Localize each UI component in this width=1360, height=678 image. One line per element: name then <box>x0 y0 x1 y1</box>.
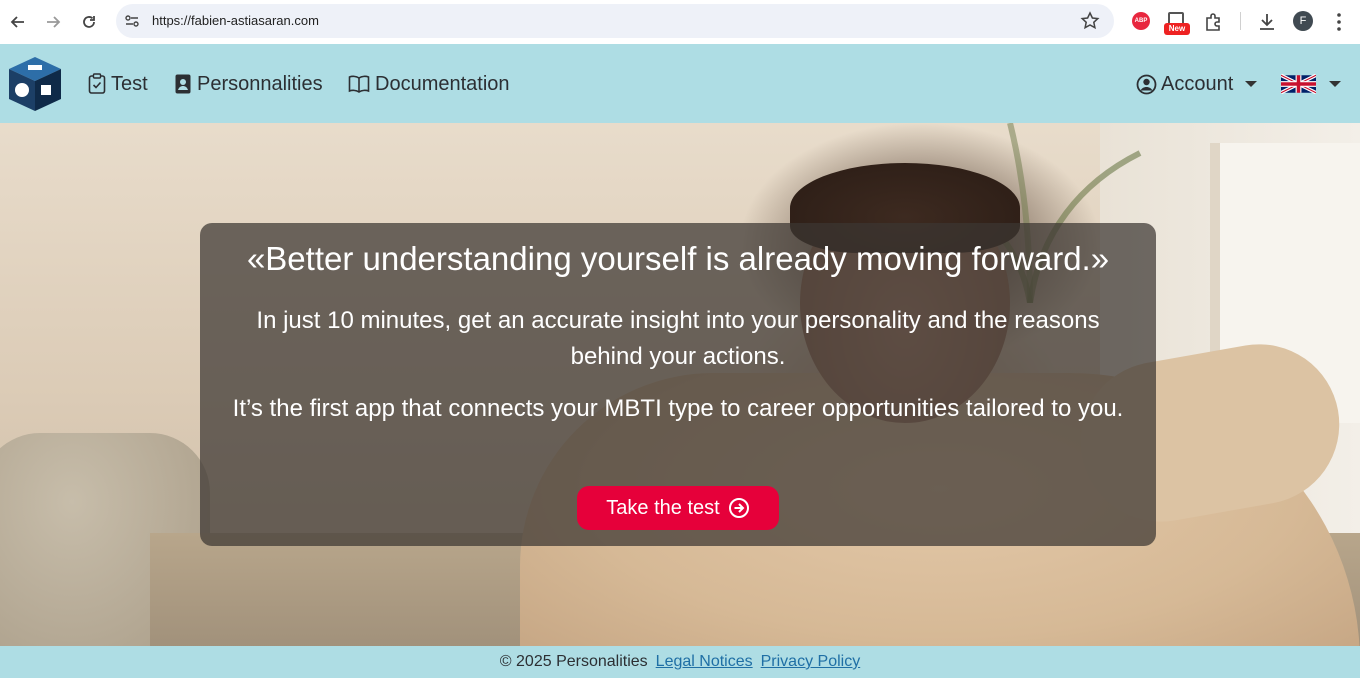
url-text[interactable]: https://fabien-astiasaran.com <box>152 13 319 28</box>
address-bar[interactable]: https://fabien-astiasaran.com <box>116 4 1114 38</box>
hero-section: «Better understanding yourself is alread… <box>0 123 1360 646</box>
site-info-icon[interactable] <box>124 13 140 29</box>
arrow-right-circle-icon <box>728 498 749 518</box>
hero-paragraph-1: In just 10 minutes, get an accurate insi… <box>256 307 1100 370</box>
adblock-extension-icon[interactable]: ABP <box>1132 12 1150 30</box>
nav-link-personnalities-label: Personnalities <box>197 72 323 95</box>
download-icon[interactable] <box>1256 11 1278 33</box>
nav-link-documentation[interactable]: Documentation <box>348 72 510 96</box>
site-logo-cube-icon[interactable] <box>6 55 64 113</box>
reload-icon[interactable] <box>77 10 101 34</box>
forward-icon[interactable] <box>41 10 65 34</box>
hero-paragraph-2: It’s the first app that connects your MB… <box>232 395 1124 422</box>
uk-flag-icon[interactable] <box>1281 74 1316 94</box>
kebab-menu-icon[interactable] <box>1328 11 1350 33</box>
extensions-puzzle-icon[interactable] <box>1203 11 1225 33</box>
take-test-label: Take the test <box>606 496 720 519</box>
site-footer: © 2025 Personalities Legal Notices Priva… <box>0 646 1360 678</box>
profile-avatar[interactable]: F <box>1293 11 1313 31</box>
privacy-policy-link[interactable]: Privacy Policy <box>761 653 861 671</box>
book-icon <box>348 75 370 93</box>
nav-link-documentation-label: Documentation <box>375 72 510 95</box>
language-caret-icon[interactable] <box>1329 81 1341 87</box>
user-circle-icon <box>1136 74 1157 94</box>
new-extension-icon[interactable]: New <box>1164 12 1190 36</box>
hero-quote: «Better understanding yourself is alread… <box>246 240 1110 277</box>
hero-card: «Better understanding yourself is alread… <box>200 223 1156 546</box>
nav-link-personnalities[interactable]: Personnalities <box>174 72 323 96</box>
take-test-button[interactable]: Take the test <box>577 486 779 530</box>
copyright-text: © 2025 Personalities <box>499 653 648 670</box>
nav-link-test-label: Test <box>111 72 148 95</box>
clipboard-check-icon <box>88 73 106 94</box>
legal-notices-link[interactable]: Legal Notices <box>656 653 753 671</box>
browser-toolbar: https://fabien-astiasaran.com ABP New F <box>0 0 1360 44</box>
site-navbar: Test Personnalities Documentation Accoun… <box>0 44 1360 123</box>
back-icon[interactable] <box>6 10 30 34</box>
toolbar-divider <box>1240 12 1241 30</box>
account-caret-icon <box>1245 81 1258 87</box>
account-dropdown[interactable]: Account <box>1136 72 1258 96</box>
bookmark-star-icon[interactable] <box>1080 11 1100 31</box>
person-badge-icon <box>175 74 191 94</box>
new-badge-label: New <box>1164 23 1190 35</box>
account-label: Account <box>1161 72 1234 95</box>
nav-link-test[interactable]: Test <box>88 72 148 96</box>
